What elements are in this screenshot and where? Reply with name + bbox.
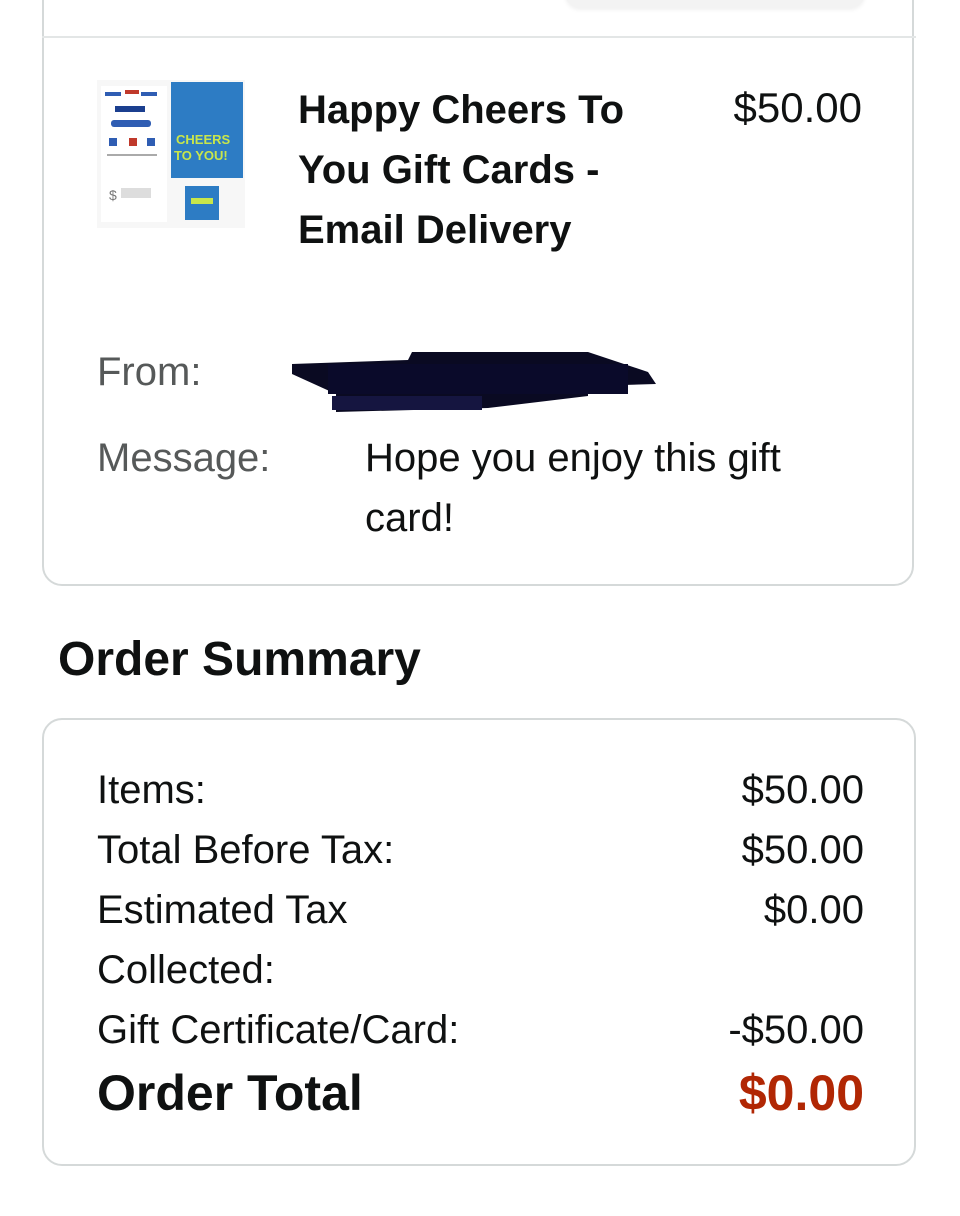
order-summary-title: Order Summary [58, 633, 421, 686]
redacted-sender-name [288, 334, 660, 420]
summary-row-value: -$50.00 [728, 1008, 864, 1052]
svg-text:$: $ [109, 187, 117, 203]
summary-row-value: $50.00 [741, 768, 864, 812]
order-total-value: $0.00 [738, 1065, 864, 1121]
gift-card-thumbnail-icon[interactable]: $ CHEERS TO YOU! [97, 80, 245, 228]
summary-row-label: Total Before Tax: [97, 828, 395, 872]
from-label: From: [97, 350, 202, 394]
summary-row-value: $0.00 [763, 888, 864, 932]
svg-text:CHEERS: CHEERS [176, 132, 231, 147]
svg-text:TO YOU!: TO YOU! [174, 148, 228, 163]
summary-row-value: $50.00 [741, 828, 864, 872]
summary-row-label: Items: [97, 768, 206, 812]
item-card-divider [42, 36, 916, 38]
message-label: Message: [97, 436, 271, 480]
gift-message: Hope you enjoy this gift card! [365, 436, 781, 540]
order-total-label: Order Total [97, 1065, 363, 1121]
summary-row-label: Estimated Tax Collected: [97, 888, 348, 992]
product-title[interactable]: Happy Cheers To You Gift Cards - Email D… [298, 80, 628, 260]
product-price: $50.00 [733, 84, 862, 131]
summary-row-label: Gift Certificate/Card: [97, 1008, 460, 1052]
